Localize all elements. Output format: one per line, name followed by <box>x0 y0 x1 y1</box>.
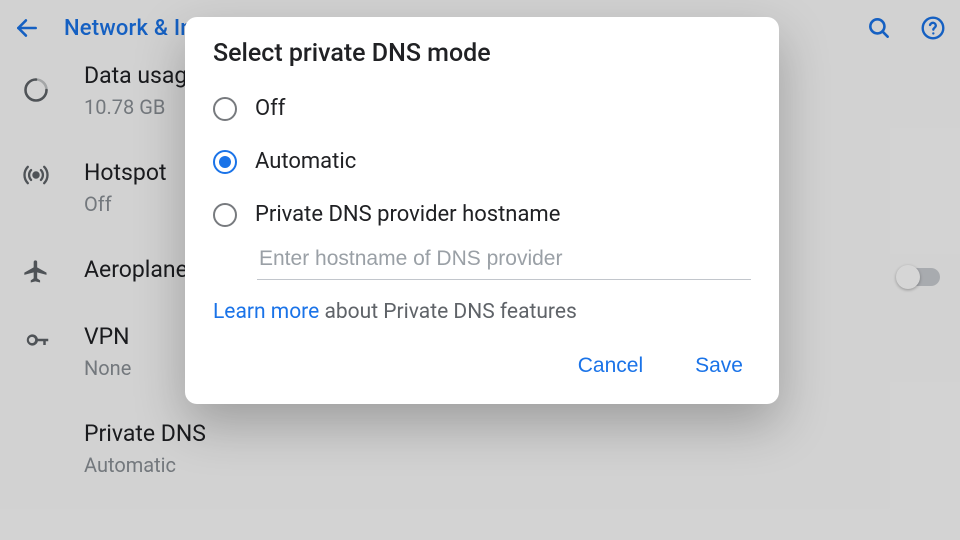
option-label: Off <box>255 96 285 121</box>
dns-hostname-input[interactable] <box>257 241 751 280</box>
dns-option-group: Off Automatic Private DNS provider hostn… <box>185 78 779 241</box>
option-label: Private DNS provider hostname <box>255 202 560 227</box>
dns-option-off[interactable]: Off <box>205 82 759 135</box>
radio-icon <box>213 203 237 227</box>
learn-more-text: Learn more about Private DNS features <box>185 280 779 332</box>
cancel-button[interactable]: Cancel <box>572 350 649 382</box>
dialog-title: Select private DNS mode <box>185 33 779 78</box>
private-dns-dialog: Select private DNS mode Off Automatic Pr… <box>185 17 779 404</box>
dialog-actions: Cancel Save <box>185 332 779 398</box>
dns-option-hostname[interactable]: Private DNS provider hostname <box>205 188 759 241</box>
option-label: Automatic <box>255 149 356 174</box>
save-button[interactable]: Save <box>689 350 749 382</box>
dns-option-automatic[interactable]: Automatic <box>205 135 759 188</box>
learn-more-rest: about Private DNS features <box>319 300 577 324</box>
app-root: Network & Internet Data usage 10.78 GB H… <box>0 0 960 540</box>
radio-icon <box>213 97 237 121</box>
radio-icon <box>213 150 237 174</box>
learn-more-link[interactable]: Learn more <box>213 300 319 324</box>
